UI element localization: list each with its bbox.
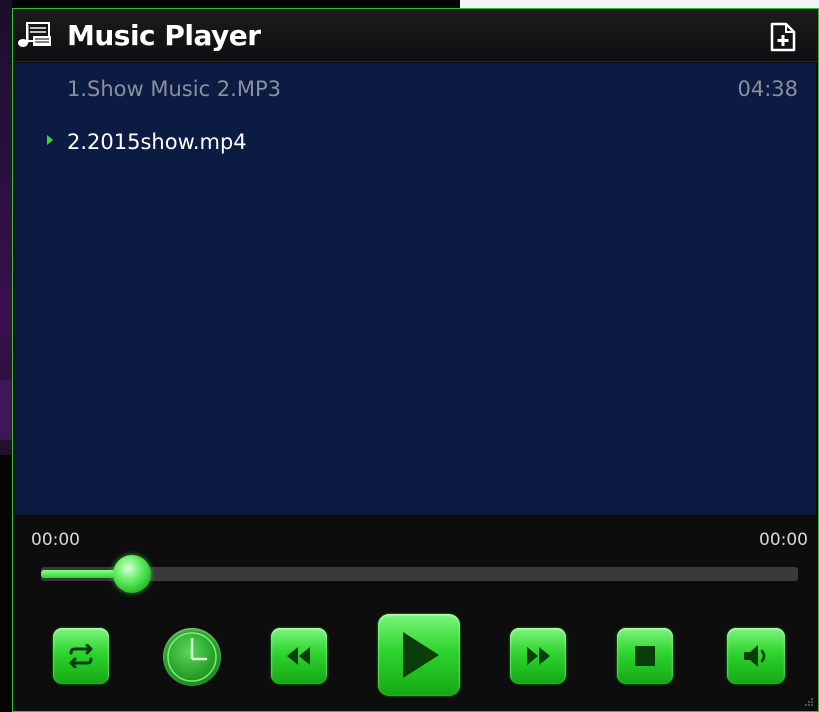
fast-forward-icon: [527, 647, 550, 665]
controls-panel: 00:00 00:00: [13, 516, 818, 711]
stop-icon: [635, 646, 655, 666]
add-file-button[interactable]: [766, 21, 800, 53]
clock-icon: [167, 632, 217, 682]
volume-button[interactable]: [727, 628, 785, 684]
title-bar[interactable]: Music Player: [13, 9, 818, 62]
stop-button[interactable]: [617, 628, 673, 684]
play-icon: [403, 632, 439, 678]
window-title: Music Player: [67, 19, 261, 52]
speaker-icon: [744, 645, 766, 667]
background-desktop: [460, 0, 819, 8]
resize-grip-icon[interactable]: [804, 697, 814, 707]
seek-bar[interactable]: [41, 555, 798, 593]
playlist-item-current[interactable]: 2.2015show.mp4: [15, 122, 816, 162]
playlist[interactable]: 1.Show Music 2.MP3 04:38 2.2015show.mp4: [15, 63, 816, 515]
repeat-icon: [69, 644, 93, 668]
track-duration: 04:38: [737, 77, 798, 101]
total-time: 00:00: [759, 530, 808, 550]
music-player-window: Music Player 1.Show Music 2.MP3 04:38 2.…: [12, 8, 819, 712]
previous-button[interactable]: [271, 628, 327, 684]
rewind-icon: [287, 647, 310, 665]
seek-handle[interactable]: [113, 555, 151, 593]
current-time: 00:00: [31, 530, 80, 550]
music-notes-icon: [17, 21, 53, 49]
repeat-button[interactable]: [53, 628, 109, 684]
background-wallpaper-glow: [0, 380, 12, 440]
add-file-icon: [770, 22, 796, 52]
playlist-item[interactable]: 1.Show Music 2.MP3 04:38: [15, 69, 816, 109]
play-button[interactable]: [378, 614, 460, 696]
now-playing-marker-icon: [47, 135, 53, 145]
track-title: 1.Show Music 2.MP3: [67, 77, 281, 101]
track-title: 2.2015show.mp4: [67, 130, 247, 154]
timer-button[interactable]: [163, 628, 221, 686]
next-button[interactable]: [510, 628, 566, 684]
